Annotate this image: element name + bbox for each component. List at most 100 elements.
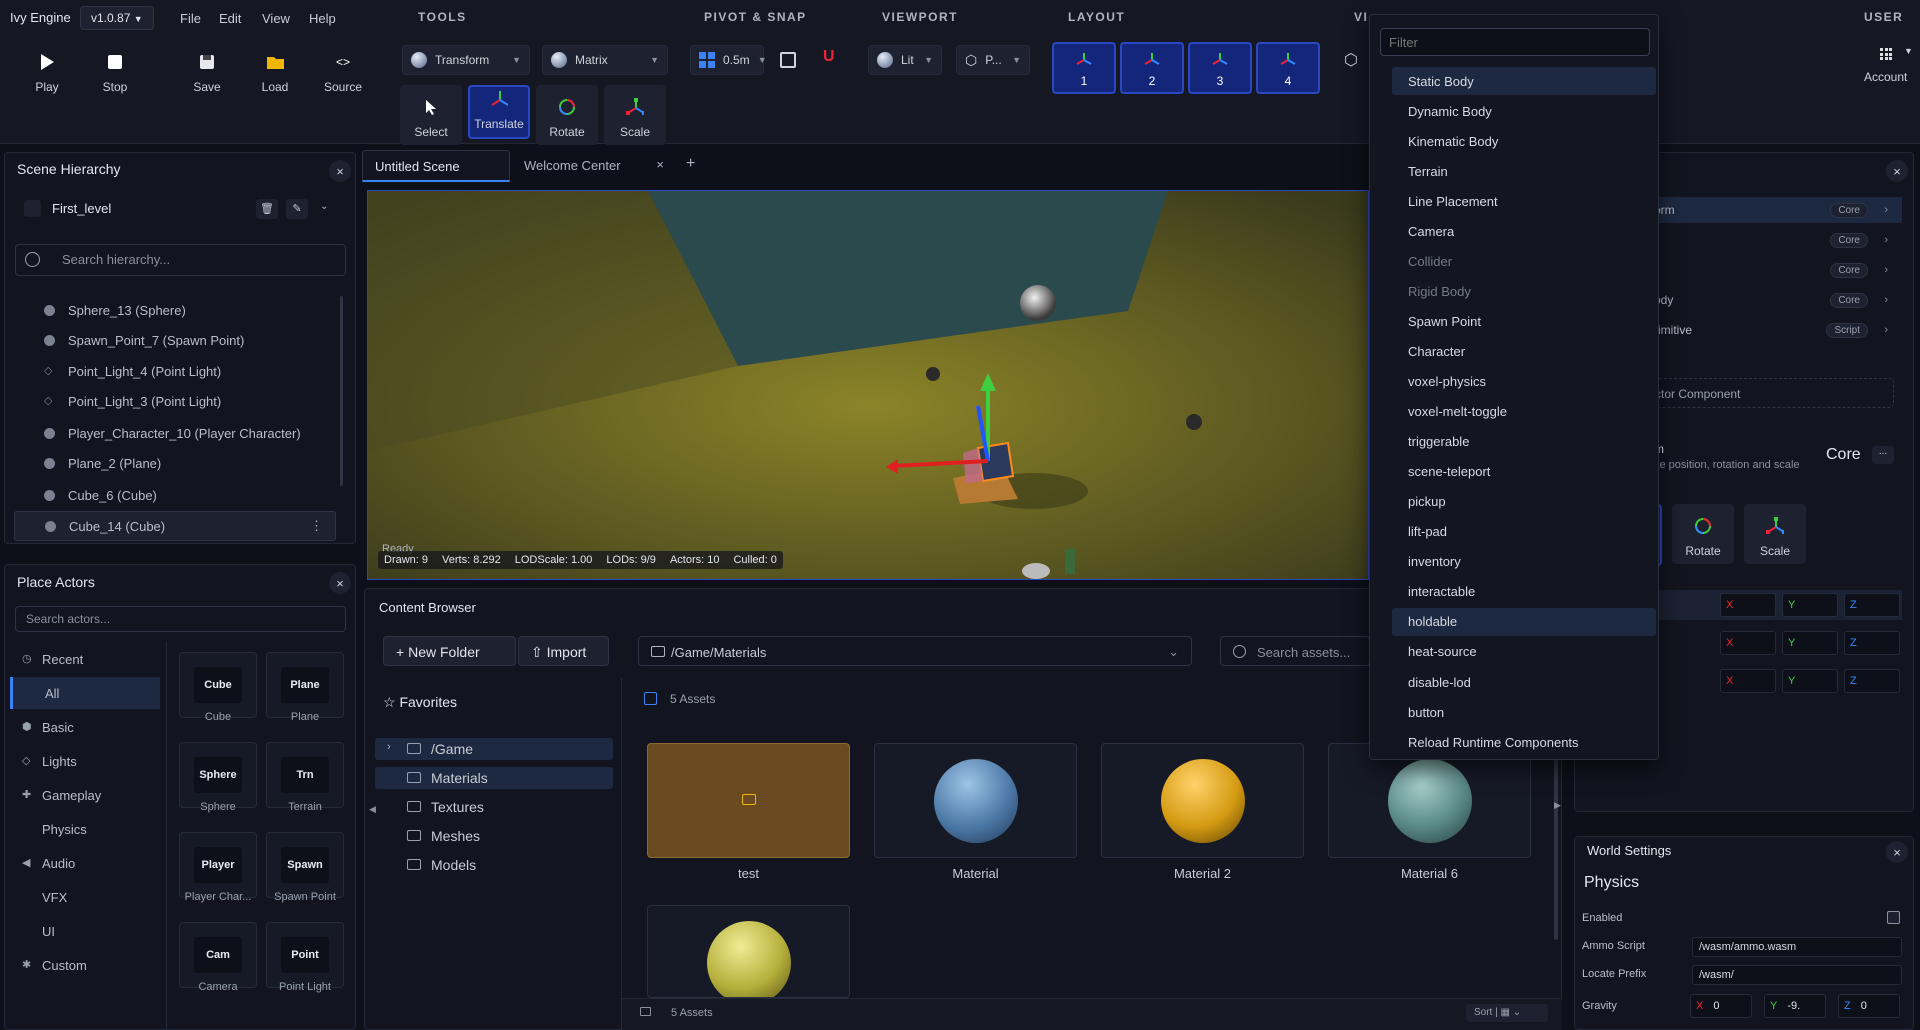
layout-button-2[interactable]: 2 [1120, 42, 1184, 94]
scale-z-input[interactable]: Z [1844, 669, 1900, 693]
fullscreen-icon[interactable] [780, 52, 796, 68]
dropdown-item[interactable]: scene-teleport [1392, 458, 1656, 486]
category-recent[interactable]: ◷ Recent [10, 643, 160, 675]
dropdown-item[interactable]: Reload Runtime Components [1392, 728, 1656, 756]
lit-dropdown[interactable]: Lit ▼ [868, 45, 942, 75]
actor-tile-camera[interactable]: Cam [179, 922, 257, 988]
rotation-z-input[interactable]: Z [1844, 631, 1900, 655]
more-button[interactable]: ... [1872, 446, 1894, 464]
dropdown-item[interactable]: holdable [1392, 607, 1656, 636]
snap-dropdown[interactable]: 0.5m ▼ [690, 45, 767, 75]
actor-tile-cube[interactable]: Cube [179, 652, 257, 718]
gravity-x-input[interactable]: X0 [1690, 994, 1752, 1018]
ammo-script-input[interactable]: /wasm/ammo.wasm [1692, 937, 1902, 957]
scale-x-input[interactable]: X [1720, 669, 1776, 693]
dropdown-item[interactable]: button [1392, 698, 1656, 726]
asset-search-input[interactable]: Search assets... [1220, 636, 1370, 666]
category-audio[interactable]: ◀ Audio [10, 847, 160, 879]
tree-item-meshes[interactable]: Meshes [375, 825, 613, 847]
menu-view[interactable]: View [262, 11, 290, 26]
rotation-x-input[interactable]: X [1720, 631, 1776, 655]
sidebar-toggle-icon[interactable] [644, 692, 657, 705]
actor-tile-terrain[interactable]: Trn [266, 742, 344, 808]
hierarchy-item[interactable]: ◇ Point_Light_4 (Point Light) [14, 356, 336, 386]
tab-untitled-scene[interactable]: Untitled Scene [362, 150, 510, 182]
stop-button[interactable]: Stop [84, 40, 146, 100]
add-component-button[interactable]: ctor Component [1640, 378, 1894, 408]
trash-icon[interactable]: 🗑 [256, 199, 278, 219]
cube-icon[interactable]: ⬡ [1344, 50, 1358, 70]
component-row[interactable]: Core › [1640, 227, 1902, 253]
layout-button-3[interactable]: 3 [1188, 42, 1252, 94]
rotation-y-input[interactable]: Y [1782, 631, 1838, 655]
magnet-icon[interactable]: U [823, 48, 835, 66]
path-dropdown[interactable]: /Game/Materials ⌄ [638, 636, 1192, 666]
play-button[interactable]: Play [16, 40, 78, 100]
category-all[interactable]: All [10, 677, 160, 709]
menu-file[interactable]: File [180, 11, 201, 26]
menu-edit[interactable]: Edit [219, 11, 241, 26]
category-lights[interactable]: ◇ Lights [10, 745, 160, 777]
hierarchy-item-selected[interactable]: Cube_14 (Cube) ⋮ [14, 511, 336, 541]
chevron-right-icon[interactable]: › [387, 741, 391, 753]
select-tool-button[interactable]: Select [400, 85, 462, 145]
tree-item-game[interactable]: › /Game [375, 738, 613, 760]
asset-folder-test[interactable] [647, 743, 850, 858]
actor-tile-spawn-point[interactable]: Spawn [266, 832, 344, 898]
dropdown-item[interactable]: Camera [1392, 217, 1656, 245]
rotate-tool-button[interactable]: Rotate [536, 85, 598, 145]
chevron-down-icon[interactable]: ▼ [1904, 46, 1913, 56]
hierarchy-item[interactable]: Spawn_Point_7 (Spawn Point) [14, 325, 336, 355]
gravity-z-input[interactable]: Z0 [1838, 994, 1900, 1018]
actor-tile-point-light[interactable]: Point [266, 922, 344, 988]
projection-dropdown[interactable]: ⬡ P... ▼ [956, 45, 1030, 75]
chevron-down-icon[interactable]: ⌄ [320, 201, 328, 212]
actor-tile-sphere[interactable]: Sphere [179, 742, 257, 808]
hierarchy-scrollbar[interactable] [340, 296, 343, 486]
more-vertical-icon[interactable]: ⋮ [310, 518, 323, 534]
menu-help[interactable]: Help [309, 11, 336, 26]
position-z-input[interactable]: Z [1844, 593, 1900, 617]
dropdown-item[interactable]: Character [1392, 337, 1656, 365]
dropdown-item[interactable]: disable-lod [1392, 668, 1656, 696]
level-checkbox[interactable] [24, 200, 41, 217]
hierarchy-item[interactable]: ◇ Point_Light_3 (Point Light) [14, 386, 336, 416]
dropdown-item[interactable]: Line Placement [1392, 187, 1656, 215]
apps-grid-icon[interactable] [1880, 48, 1892, 60]
asset-material[interactable] [874, 743, 1077, 858]
matrix-dropdown[interactable]: Matrix ▼ [542, 45, 668, 75]
dropdown-item[interactable]: Kinematic Body [1392, 127, 1656, 155]
dropdown-item[interactable]: heat-source [1392, 638, 1656, 666]
gravity-y-input[interactable]: Y -9. [1764, 994, 1826, 1018]
version-dropdown[interactable]: v1.0.87 ▼ [80, 6, 154, 30]
close-icon[interactable]: × [1886, 160, 1908, 182]
category-ui[interactable]: UI [10, 915, 160, 947]
dropdown-item[interactable]: Spawn Point [1392, 307, 1656, 335]
sort-dropdown[interactable]: Sort | ▦ ⌄ [1466, 1004, 1548, 1022]
source-button[interactable]: <> Source [312, 40, 374, 100]
component-row[interactable]: orm Core › [1640, 197, 1902, 223]
dropdown-item[interactable]: interactable [1392, 578, 1656, 606]
tree-item-materials[interactable]: Materials [375, 767, 613, 789]
component-row[interactable]: ody Core › [1640, 287, 1902, 313]
scale-tool-button[interactable]: Scale [604, 85, 666, 145]
new-folder-button[interactable]: + New Folder [383, 636, 516, 666]
tree-item-models[interactable]: Models [375, 854, 613, 876]
hierarchy-item[interactable]: Cube_6 (Cube) [14, 480, 336, 510]
dropdown-item[interactable]: triggerable [1392, 428, 1656, 456]
component-row[interactable]: rCore› [1640, 257, 1902, 283]
edit-icon[interactable]: ✎ [286, 199, 308, 219]
category-custom[interactable]: ✱ Custom [10, 949, 160, 981]
layout-button-4[interactable]: 4 [1256, 42, 1320, 94]
category-physics[interactable]: Physics [10, 813, 160, 845]
filter-input[interactable] [1380, 28, 1650, 56]
hierarchy-item[interactable]: Player_Character_10 (Player Character) [14, 418, 336, 448]
dropdown-item[interactable]: voxel-melt-toggle [1392, 398, 1656, 426]
close-icon[interactable]: × [656, 157, 664, 172]
save-button[interactable]: Save [176, 40, 238, 100]
locate-prefix-input[interactable]: /wasm/ [1692, 965, 1902, 985]
dropdown-item[interactable]: Dynamic Body [1392, 97, 1656, 125]
hierarchy-item[interactable]: Sphere_13 (Sphere) [14, 295, 336, 325]
physics-enabled-checkbox[interactable] [1887, 911, 1900, 924]
close-icon[interactable]: × [329, 160, 351, 182]
